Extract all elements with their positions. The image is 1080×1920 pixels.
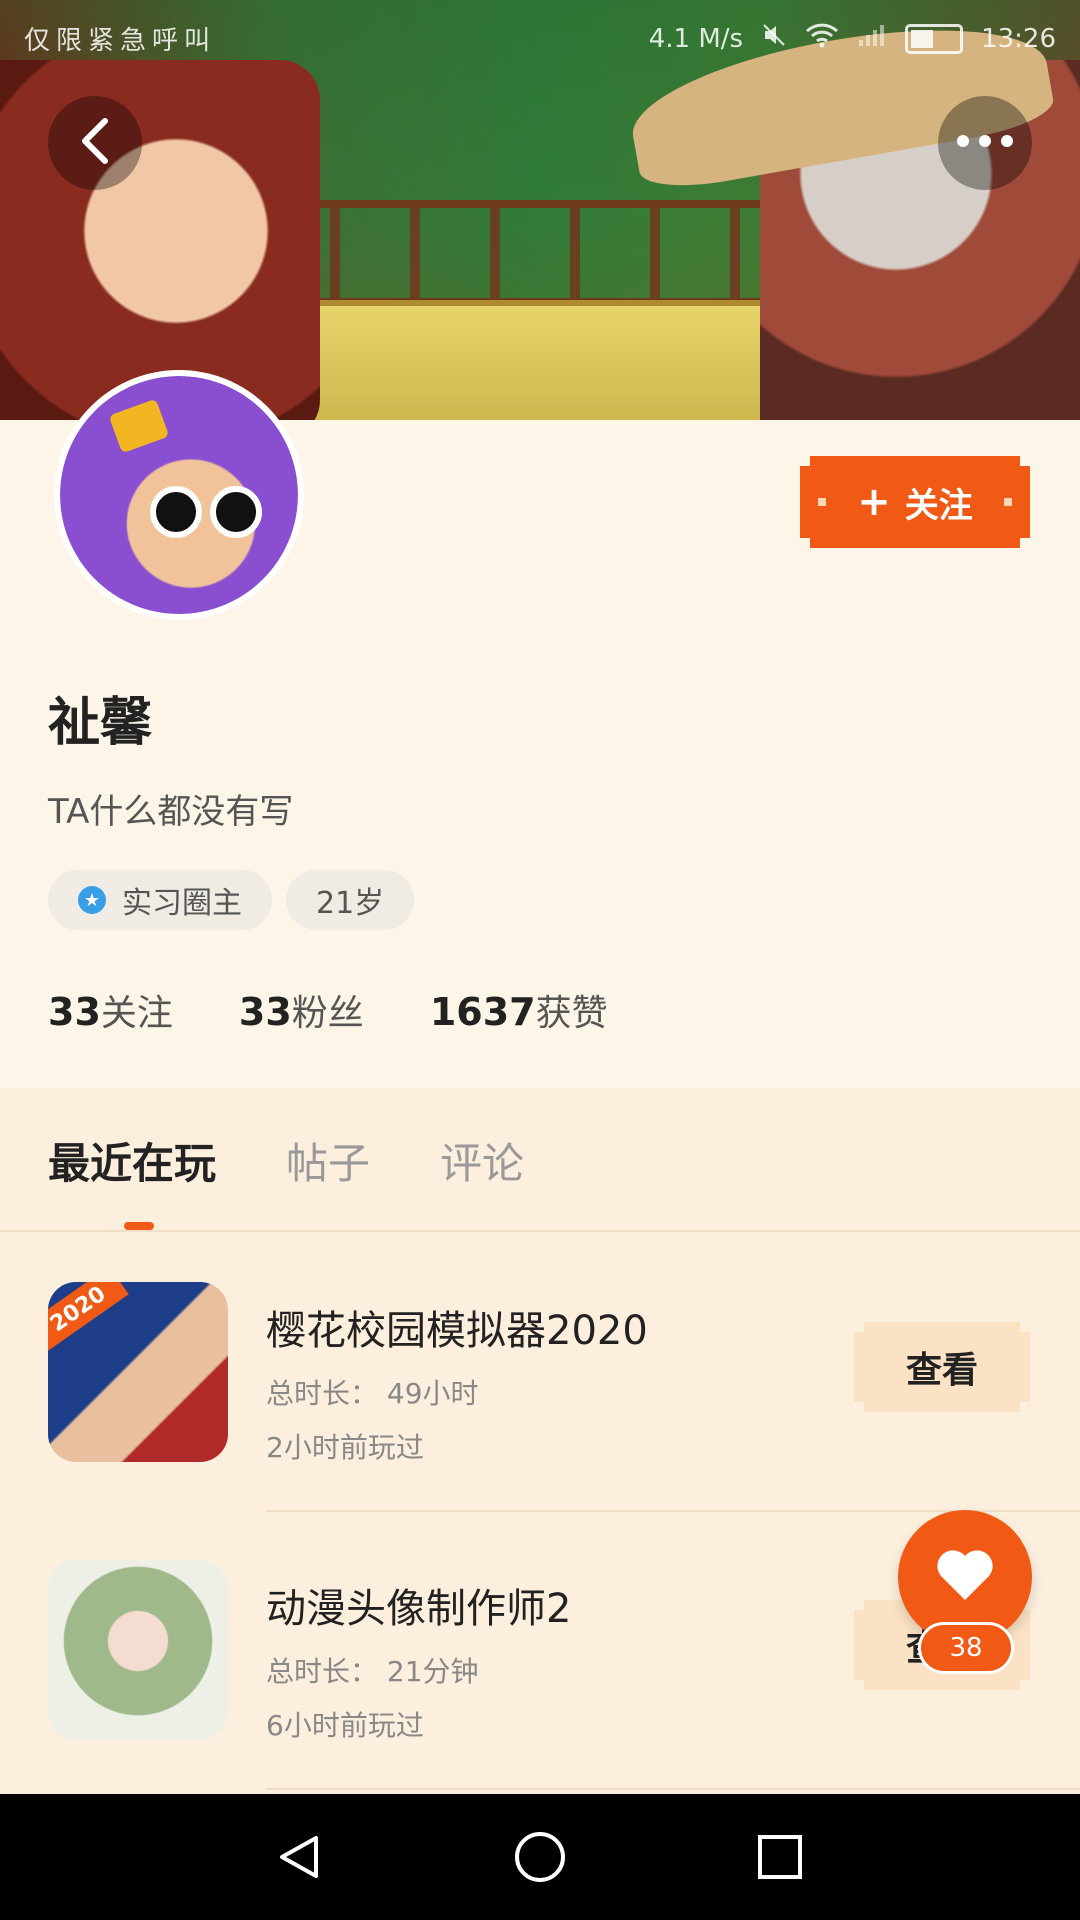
follow-button-decoration-left	[818, 498, 826, 506]
stat-fans-label: 粉丝	[291, 993, 364, 1034]
list-item[interactable]: 2020 樱花校园模拟器2020 总时长： 49小时 2小时前玩过 查看	[0, 1282, 1080, 1542]
banner-railing	[260, 200, 820, 306]
signal-icon	[857, 22, 887, 55]
game-total-duration: 总时长： 21分钟	[266, 1655, 479, 1688]
more-button[interactable]	[938, 96, 1032, 190]
avatar[interactable]	[54, 370, 304, 620]
tag-role-label: 实习圈主	[122, 886, 242, 921]
stat-fans[interactable]: 33粉丝	[239, 984, 364, 1036]
stat-following[interactable]: 33关注	[48, 984, 173, 1036]
stat-likes: 1637获赞	[430, 984, 608, 1036]
tab-posts[interactable]: 帖子	[286, 1130, 370, 1191]
game-last-played: 2小时前玩过	[266, 1431, 424, 1464]
avatar-eye-left	[150, 486, 202, 538]
tab-comments[interactable]: 评论	[440, 1130, 524, 1191]
system-nav-bar	[0, 1794, 1080, 1920]
back-button[interactable]	[48, 96, 142, 190]
like-count-badge: 38	[918, 1622, 1014, 1674]
game-icon[interactable]	[48, 1560, 228, 1740]
tab-recent-playing[interactable]: 最近在玩	[48, 1130, 216, 1230]
game-icon-year-label: 2020	[48, 1282, 129, 1352]
profile-tags: ★ 实习圈主 21岁	[48, 870, 415, 930]
tab-divider	[0, 1230, 1080, 1232]
profile-bio: TA什么都没有写	[48, 792, 294, 832]
chevron-left-icon	[75, 117, 115, 169]
game-last-played: 6小时前玩过	[266, 1709, 424, 1742]
game-title: 樱花校园模拟器2020	[266, 1308, 648, 1354]
carrier-text: 仅限紧急呼叫	[24, 26, 217, 56]
battery-icon	[905, 23, 964, 54]
stat-likes-label: 获赞	[535, 993, 608, 1034]
view-button[interactable]: 查看	[854, 1322, 1030, 1412]
plus-icon: +	[857, 479, 891, 525]
list-divider	[266, 1788, 1080, 1790]
game-title: 动漫头像制作师2	[266, 1586, 572, 1632]
tag-age: 21岁	[286, 870, 415, 930]
stat-likes-value: 1637	[429, 990, 536, 1034]
tag-age-label: 21岁	[316, 886, 385, 921]
net-speed: 4.1 M/s	[648, 23, 744, 54]
nav-home-icon[interactable]	[505, 1822, 575, 1892]
avatar-eye-right	[210, 486, 262, 538]
nav-back-icon[interactable]	[264, 1822, 334, 1892]
stat-following-label: 关注	[100, 993, 173, 1034]
stat-fans-value: 33	[238, 990, 292, 1034]
profile-name: 祉馨	[48, 693, 153, 753]
follow-button-decoration-right	[1004, 498, 1012, 506]
mute-icon	[761, 22, 787, 55]
status-bar: 仅限紧急呼叫 4.1 M/s 13:26	[0, 0, 1080, 78]
follow-button[interactable]: + 关注	[800, 456, 1030, 548]
heart-icon	[935, 1548, 995, 1606]
banner-character-left	[0, 60, 320, 420]
banner-go-board	[289, 300, 831, 420]
game-total-duration: 总时长： 49小时	[266, 1377, 479, 1410]
game-icon[interactable]: 2020	[48, 1282, 228, 1462]
follow-label: 关注	[904, 485, 973, 526]
wifi-icon	[805, 22, 839, 55]
nav-recents-icon[interactable]	[745, 1822, 815, 1892]
more-horizontal-icon	[955, 133, 1015, 153]
stat-following-value: 33	[48, 990, 101, 1034]
tag-role[interactable]: ★ 实习圈主	[48, 870, 272, 930]
star-badge-icon: ★	[78, 886, 106, 914]
profile-stats: 33关注 33粉丝 1637获赞	[48, 984, 608, 1036]
clock: 13:26	[981, 23, 1056, 54]
tab-bar: 最近在玩 帖子 评论	[48, 1130, 524, 1230]
